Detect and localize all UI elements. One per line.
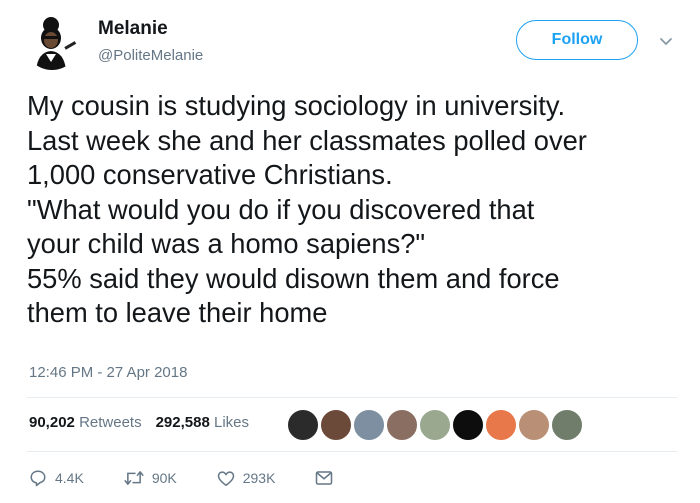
follow-button[interactable]: Follow [516,20,638,60]
likes-label: Likes [214,414,250,431]
like-button[interactable]: 293K [217,470,276,487]
likes-count: 292,588 [155,414,210,431]
tweet-line: 55% said they would disown them and forc… [27,262,560,294]
liker-avatar[interactable] [451,408,485,442]
envelope-icon [316,471,333,485]
liker-avatar[interactable] [286,408,320,442]
likes-stat[interactable]: 292,588 Likes [156,414,249,431]
liker-avatar[interactable] [484,408,518,442]
liker-avatar[interactable] [418,408,452,442]
tweet-line: Last week she and her classmates polled … [27,124,587,156]
retweets-label: Retweets [79,414,142,431]
avatar-illustration [24,14,80,70]
tweet-line: "What would you do if you discovered tha… [27,193,535,225]
tweet-text: My cousin is studying sociology in unive… [27,89,687,331]
avatar[interactable] [24,14,80,70]
direct-message-button[interactable] [315,470,333,486]
reply-button[interactable]: 4.4K [29,469,84,487]
retweets-stat[interactable]: 90,202 Retweets [29,414,142,431]
liker-avatar[interactable] [385,408,419,442]
like-count: 293K [242,470,276,486]
tweet-line: them to leave their home [27,297,328,328]
tweet-line: 1,000 conservative Christians. [27,159,393,190]
heart-icon [217,470,234,486]
chevron-down-icon[interactable] [658,34,674,50]
tweet-actions: 4.4K 90K 293K [29,469,373,487]
divider [27,397,677,398]
author-handle[interactable]: @PoliteMelanie [98,47,203,64]
tweet-timestamp[interactable]: 12:46 PM - 27 Apr 2018 [29,364,187,381]
retweets-count: 90,202 [29,414,75,431]
tweet-line: My cousin is studying sociology in unive… [27,90,566,121]
retweet-icon [123,471,144,485]
reply-count: 4.4K [55,470,84,486]
liker-avatar[interactable] [517,408,551,442]
reply-icon [30,470,46,487]
retweet-count: 90K [151,470,177,486]
retweet-button[interactable]: 90K [123,469,177,487]
liker-avatar[interactable] [352,408,386,442]
liker-avatar[interactable] [319,408,353,442]
author-name[interactable]: Melanie [98,18,168,40]
tweet-line: your child was a homo sapiens?" [27,228,426,259]
liker-avatar[interactable] [550,408,584,442]
engagement-stats: 90,202 Retweets 292,588 Likes [29,414,249,431]
divider [27,451,677,452]
